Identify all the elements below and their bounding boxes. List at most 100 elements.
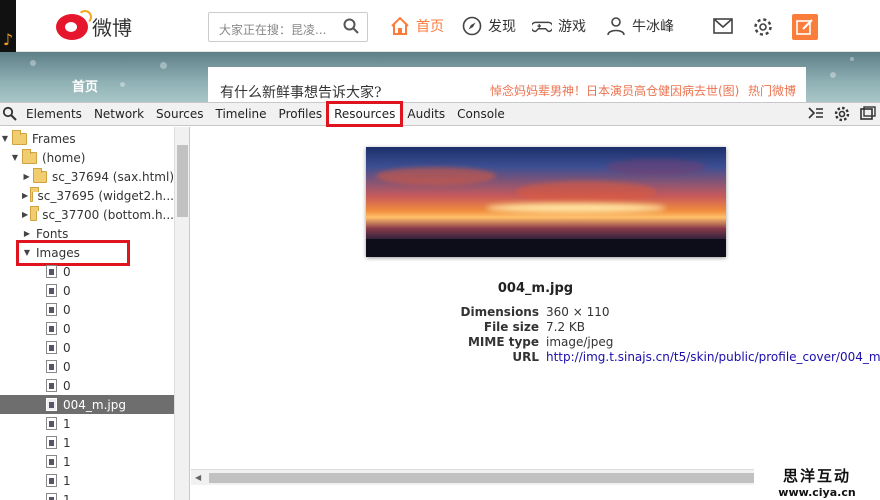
tab-timeline[interactable]: Timeline	[210, 103, 273, 125]
image-list-item[interactable]: 1	[0, 471, 174, 490]
settings-gear-icon[interactable]	[834, 106, 850, 122]
meta-value: image/jpeg	[546, 335, 614, 349]
tab-resources[interactable]: Resources	[326, 101, 404, 127]
image-list-item[interactable]: 1	[0, 452, 174, 471]
meta-key: Dimensions	[460, 305, 539, 319]
image-file-icon	[46, 398, 57, 411]
image-list-item[interactable]: 1	[0, 490, 174, 500]
image-file-icon	[46, 322, 57, 335]
image-file-icon	[46, 303, 57, 316]
image-item-label: 1	[63, 454, 71, 469]
image-file-icon	[46, 455, 57, 468]
tree-home[interactable]: ▼ (home)	[0, 148, 174, 167]
weibo-eye-icon	[56, 9, 92, 40]
pencil-icon	[796, 19, 813, 35]
image-list-item[interactable]: 0	[0, 319, 174, 338]
nav-user-label: 牛冰峰	[632, 19, 674, 35]
meta-row-mime: MIME type image/jpeg	[191, 335, 613, 351]
meta-row-filesize: File size 7.2 KB	[191, 320, 585, 336]
meta-value: 7.2 KB	[546, 320, 585, 334]
nav-games[interactable]: 游戏	[532, 16, 586, 36]
tree-frames-label: Frames	[32, 131, 76, 146]
tree-frame-label: sc_37700 (bottom.h...	[42, 207, 174, 222]
expand-arrow-icon[interactable]: ▼	[0, 134, 10, 143]
expand-arrow-icon[interactable]: ▼	[10, 153, 20, 162]
folder-icon	[12, 129, 27, 145]
compass-icon	[462, 16, 482, 36]
image-filename: 004_m.jpg	[497, 281, 574, 296]
console-drawer-icon[interactable]	[808, 106, 824, 120]
profile-banner: 首页 有什么新鲜事想告诉大家? 悼念妈妈辈男神！日本演员高仓健因病去世(图) 热…	[0, 52, 880, 102]
gear-icon[interactable]	[753, 17, 773, 37]
collapse-arrow-icon[interactable]: ▶	[22, 229, 32, 238]
tree-frame-label: sc_37695 (widget2.h...	[37, 188, 175, 203]
weibo-header: ♪ 微博 大家正在搜：昆凌... 首页 发现 游戏 牛冰峰	[0, 0, 880, 80]
watermark-url: www.ciya.cn	[778, 486, 856, 499]
devtools-toolbar: Elements Network Sources Timeline Profil…	[0, 101, 880, 127]
meta-value: 360 × 110	[546, 305, 610, 319]
nav-home[interactable]: 首页	[390, 16, 444, 36]
inspect-icon[interactable]	[2, 106, 18, 122]
image-item-label: 1	[63, 473, 71, 488]
scrollbar-thumb[interactable]	[209, 473, 769, 483]
folder-icon	[30, 205, 40, 221]
user-icon	[607, 17, 625, 36]
mail-icon[interactable]	[713, 18, 733, 34]
tab-elements[interactable]: Elements	[20, 103, 88, 125]
dock-icon[interactable]	[860, 106, 876, 120]
watermark-cn: 思洋互动	[782, 467, 851, 485]
collapse-arrow-icon[interactable]: ▶	[22, 210, 28, 219]
scroll-left-icon[interactable]: ◀	[195, 473, 201, 482]
nav-home-label: 首页	[416, 19, 444, 35]
tree-frame-child[interactable]: ▶ sc_37694 (sax.html)	[0, 167, 174, 186]
image-file-icon	[46, 341, 57, 354]
tab-network[interactable]: Network	[88, 103, 150, 125]
tree-frames[interactable]: ▼ Frames	[0, 129, 174, 148]
tab-console[interactable]: Console	[451, 103, 511, 125]
tree-home-label: (home)	[42, 150, 86, 165]
search-icon[interactable]	[343, 18, 359, 34]
image-list-item[interactable]: 1	[0, 433, 174, 452]
search-placeholder[interactable]: 大家正在搜：昆凌...	[219, 21, 326, 38]
image-item-label: 0	[63, 264, 71, 279]
image-list-item[interactable]: 0	[0, 300, 174, 319]
news-link[interactable]: 悼念妈妈辈男神！日本演员高仓健因病去世(图)	[490, 82, 739, 99]
weibo-logo[interactable]: 微博	[56, 9, 132, 41]
tab-audits[interactable]: Audits	[401, 103, 451, 125]
compose-button[interactable]	[792, 14, 818, 40]
image-list-item[interactable]: 0	[0, 376, 174, 395]
image-list-item[interactable]: 0	[0, 357, 174, 376]
image-file-icon	[46, 284, 57, 297]
banner-home-label[interactable]: 首页	[72, 76, 98, 95]
meta-key: MIME type	[467, 335, 539, 349]
collapse-arrow-icon[interactable]: ▶	[22, 172, 31, 181]
nav-discover[interactable]: 发现	[462, 16, 516, 36]
tree-frame-child[interactable]: ▶ sc_37700 (bottom.h...	[0, 205, 174, 224]
nav-user[interactable]: 牛冰峰	[606, 16, 674, 36]
image-file-icon	[46, 417, 57, 430]
image-list-item[interactable]: 1	[0, 414, 174, 433]
tab-profiles[interactable]: Profiles	[273, 103, 329, 125]
collapse-arrow-icon[interactable]: ▶	[22, 191, 28, 200]
resources-tree: ▼ Frames ▼ (home) ▶ sc_37694 (sax.html) …	[0, 127, 190, 500]
image-file-icon	[46, 493, 57, 500]
image-list-item[interactable]: 0	[0, 338, 174, 357]
hot-weibo-link[interactable]: 热门微博	[748, 82, 796, 99]
meta-row-url: URL http://img.t.sinajs.cn/t5/skin/publi…	[191, 350, 880, 366]
image-item-label: 004_m.jpg	[63, 397, 126, 412]
image-item-label: 1	[63, 492, 71, 500]
meta-key: File size	[483, 320, 539, 334]
search-box[interactable]: 大家正在搜：昆凌...	[208, 12, 368, 42]
tab-sources[interactable]: Sources	[150, 103, 209, 125]
image-url-link[interactable]: http://img.t.sinajs.cn/t5/skin/public/pr…	[546, 350, 880, 366]
tree-frame-child[interactable]: ▶ sc_37695 (widget2.h...	[0, 186, 174, 205]
scrollbar-thumb[interactable]	[177, 145, 188, 217]
post-box[interactable]: 有什么新鲜事想告诉大家? 悼念妈妈辈男神！日本演员高仓健因病去世(图) 热门微博	[208, 67, 806, 102]
image-list-item[interactable]: 004_m.jpg	[0, 395, 174, 414]
image-item-label: 0	[63, 340, 71, 355]
sunset-image-preview	[366, 147, 726, 257]
image-list-item[interactable]: 0	[0, 262, 174, 281]
image-item-label: 1	[63, 416, 71, 431]
tree-scrollbar[interactable]	[174, 127, 189, 500]
image-list-item[interactable]: 0	[0, 281, 174, 300]
